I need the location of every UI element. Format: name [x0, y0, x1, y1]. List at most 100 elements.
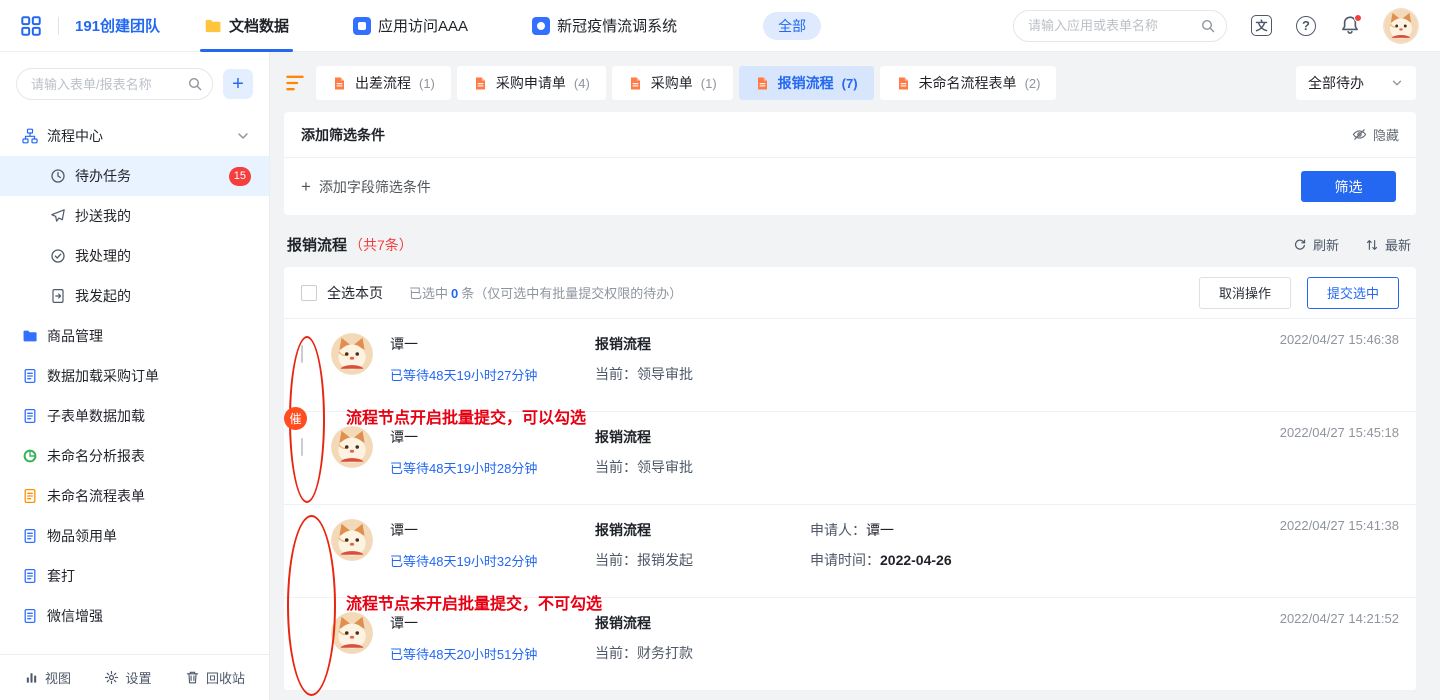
add-filter-field-button[interactable]: + 添加字段筛选条件	[301, 177, 431, 197]
bar-chart-icon	[24, 670, 39, 685]
app-icon	[532, 17, 550, 35]
selected-suffix: 条（仅可选中有批量提交权限的待办）	[461, 286, 682, 301]
folder-icon	[22, 328, 38, 344]
gear-icon	[104, 670, 119, 685]
flow-tab-row: 出差流程 (1) 采购申请单 (4) 采购单 (1) 报销流程 (7) 未命名流…	[284, 66, 1416, 100]
nav-tab-app-access[interactable]: 应用访问AAA	[347, 0, 474, 52]
send-icon	[50, 208, 66, 224]
list-header: 报销流程 （共7条） 刷新 最新	[284, 234, 1416, 255]
apply-time-value: 2022-04-26	[880, 552, 952, 568]
list-title: 报销流程	[287, 234, 347, 255]
hide-label: 隐藏	[1373, 125, 1399, 144]
todo-filter-dropdown[interactable]: 全部待办	[1296, 66, 1416, 100]
todo-list-item[interactable]: 谭一 已等待48天19小时32分钟 报销流程 当前：报销发起 申请人：谭一 申请…	[284, 505, 1416, 598]
chevron-down-icon	[235, 128, 251, 144]
flow-tab-count: (2)	[1025, 76, 1041, 91]
sidebar-item-print-template[interactable]: 套打	[0, 556, 269, 596]
sidebar-item-process-center[interactable]: 流程中心	[0, 116, 269, 156]
apply-time-label: 申请时间：	[810, 552, 880, 568]
cat-avatar-icon	[331, 519, 373, 561]
submit-selected-button[interactable]: 提交选中	[1307, 277, 1399, 309]
sidebar-item-subform-data-load[interactable]: 子表单数据加载	[0, 396, 269, 436]
cat-avatar-icon	[1384, 9, 1418, 43]
doc-icon	[473, 76, 488, 91]
sidebar-item-cc-to-me[interactable]: 抄送我的	[0, 196, 269, 236]
nav-tab-label: 新冠疫情流调系统	[557, 15, 677, 36]
sidebar-item-label: 流程中心	[47, 126, 103, 146]
nav-tab-label: 应用访问AAA	[378, 15, 468, 36]
recycle-bin-button[interactable]: 回收站	[185, 668, 245, 687]
selection-info: 已选中0条（仅可选中有批量提交权限的待办）	[409, 283, 682, 302]
hide-filter-button[interactable]: 隐藏	[1352, 125, 1399, 144]
nav-tab-doc-data[interactable]: 文档数据	[198, 0, 295, 52]
notification-bell-icon[interactable]	[1340, 15, 1360, 37]
add-form-button[interactable]: +	[223, 69, 253, 99]
sidebar-item-handled-by-me[interactable]: 我处理的	[0, 236, 269, 276]
item-checkbox[interactable]	[301, 438, 303, 456]
flow-name: 报销流程	[595, 334, 810, 354]
flow-tab-unnamed-flow-form[interactable]: 未命名流程表单 (2)	[880, 66, 1057, 100]
flow-tab-business-trip[interactable]: 出差流程 (1)	[316, 66, 451, 100]
todo-filter-value: 全部待办	[1308, 73, 1364, 93]
sidebar-item-wechat-enhance[interactable]: 微信增强	[0, 596, 269, 636]
plus-icon: +	[301, 177, 311, 197]
flow-tab-purchase-request[interactable]: 采购申请单 (4)	[457, 66, 606, 100]
doc-icon	[755, 76, 770, 91]
nav-tab-covid-system[interactable]: 新冠疫情流调系统	[526, 0, 683, 52]
help-icon[interactable]: ?	[1296, 16, 1316, 36]
item-timestamp: 2022/04/27 14:21:52	[1280, 611, 1399, 626]
check-circle-icon	[50, 248, 66, 264]
current-node: 当前：领导审批	[595, 364, 810, 384]
trash-icon	[185, 670, 200, 685]
cancel-operation-button[interactable]: 取消操作	[1199, 277, 1291, 309]
sidebar-tree: 流程中心 待办任务 15 抄送我的 我处理的 我发起的	[0, 110, 269, 654]
cat-avatar-icon	[331, 612, 373, 654]
sidebar-item-unnamed-report[interactable]: 未命名分析报表	[0, 436, 269, 476]
filter-button[interactable]: 筛选	[1301, 171, 1396, 202]
flow-tab-label: 报销流程	[778, 73, 834, 93]
global-search-input[interactable]	[1013, 10, 1227, 42]
add-filter-field-label: 添加字段筛选条件	[319, 177, 431, 197]
top-bar: 191创建团队 文档数据 应用访问AAA 新冠疫情流调系统 全部 文 ?	[0, 0, 1440, 52]
sidebar-item-started-by-me[interactable]: 我发起的	[0, 276, 269, 316]
todo-list-item[interactable]: 谭一 已等待48天20小时51分钟 报销流程 当前：财务打款 2022/04/2…	[284, 598, 1416, 691]
user-avatar[interactable]	[1384, 9, 1418, 43]
settings-button[interactable]: 设置	[104, 668, 151, 687]
form-search-input[interactable]	[16, 68, 213, 100]
flow-tab-label: 采购申请单	[496, 73, 566, 93]
sidebar-item-unnamed-flow-form[interactable]: 未命名流程表单	[0, 476, 269, 516]
avatar	[331, 612, 373, 654]
todo-list-item[interactable]: 谭一 已等待48天19小时28分钟 报销流程 当前：领导审批 2022/04/2…	[284, 412, 1416, 505]
views-button[interactable]: 视图	[24, 668, 71, 687]
list-count: （共7条）	[349, 235, 413, 255]
avatar	[331, 333, 373, 375]
team-name[interactable]: 191创建团队	[75, 15, 160, 36]
sidebar-item-data-load-order[interactable]: 数据加载采购订单	[0, 356, 269, 396]
sidebar-item-todo-tasks[interactable]: 待办任务 15	[0, 156, 269, 196]
flow-name: 报销流程	[595, 427, 810, 447]
todo-list-item[interactable]: 谭一 已等待48天19小时27分钟 报销流程 当前：领导审批 2022/04/2…	[284, 319, 1416, 412]
applicant-name: 谭一	[390, 427, 595, 447]
refresh-button[interactable]: 刷新	[1293, 235, 1339, 254]
language-icon[interactable]: 文	[1251, 15, 1272, 36]
select-all-checkbox[interactable]	[301, 285, 317, 301]
sidebar-item-item-requisition[interactable]: 物品领用单	[0, 516, 269, 556]
applicant-name: 谭一	[390, 520, 595, 540]
app-grid-icon[interactable]	[20, 15, 42, 37]
flow-tab-label: 出差流程	[355, 73, 411, 93]
cat-avatar-icon	[331, 426, 373, 468]
all-apps-pill[interactable]: 全部	[763, 12, 821, 40]
item-checkbox[interactable]	[301, 345, 303, 363]
pie-chart-icon	[22, 448, 38, 464]
sort-icon	[1365, 238, 1379, 252]
waiting-time: 已等待48天19小时32分钟	[390, 551, 595, 570]
app-nav: 文档数据 应用访问AAA 新冠疫情流调系统	[198, 0, 735, 52]
collapse-list-icon[interactable]	[284, 72, 306, 94]
waiting-time: 已等待48天19小时27分钟	[390, 365, 595, 384]
sidebar-item-label: 我发起的	[75, 286, 131, 306]
flow-tab-reimbursement[interactable]: 报销流程 (7)	[739, 66, 874, 100]
flow-tab-purchase-order[interactable]: 采购单 (1)	[612, 66, 733, 100]
flow-name: 报销流程	[595, 613, 810, 633]
sidebar-item-product-mgmt[interactable]: 商品管理	[0, 316, 269, 356]
sort-newest-button[interactable]: 最新	[1365, 235, 1411, 254]
